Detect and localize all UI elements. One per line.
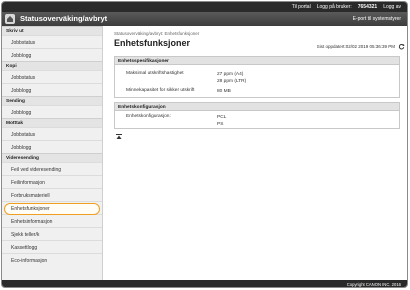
- sidebar-category-copy: Kopi: [2, 61, 102, 70]
- device-specs-section: Enhetsspesifikasjoner Maksimal utskrifts…: [114, 56, 400, 98]
- spec-key: Maksimal utskriftshastighet: [126, 71, 184, 76]
- config-value-line: PCL: [217, 115, 227, 120]
- sidebar-item-consumables[interactable]: Forbruksmateriell: [2, 188, 102, 201]
- device-config-heading: Enhetskonfigurasjon: [115, 103, 399, 111]
- sidebar-item-copy-jobstatus[interactable]: Jobbstatus: [2, 70, 102, 83]
- sidebar-category-print: Skriv ut: [2, 26, 102, 35]
- spec-value: 27 ppm (A4) 28 ppm (LTR): [217, 71, 246, 85]
- refresh-icon[interactable]: [398, 43, 405, 50]
- footer: Copyright CANON INC. 2016: [2, 280, 407, 287]
- sidebar-item-device-features[interactable]: Enhetsfunksjoner: [2, 201, 102, 215]
- sidebar-item-eco-info[interactable]: Eco-informasjon: [2, 253, 102, 266]
- sidebar-item-label: Enhetsfunksjoner: [11, 206, 50, 212]
- sidebar-item-forwarding-errors[interactable]: Feil ved videresending: [2, 162, 102, 175]
- sidebar-item-receive-joblog[interactable]: Jobblogg: [2, 140, 102, 153]
- app-title: Statusoverväking/avbryt: [20, 14, 108, 23]
- config-value: PCL PS: [217, 114, 226, 128]
- sidebar-item-copy-joblog[interactable]: Jobblogg: [2, 83, 102, 96]
- browser-frame: Til portal Logg på bruker: 7654321 Logg …: [1, 1, 408, 288]
- copyright-text: Copyright CANON INC. 2016: [346, 282, 401, 287]
- sidebar-item-print-jobstatus[interactable]: Jobbstatus: [2, 35, 102, 48]
- login-user-label: Logg på bruker:: [316, 4, 352, 10]
- page-title: Enhetsfunksjoner: [114, 38, 191, 48]
- sidebar-category-receive: Motttak: [2, 118, 102, 127]
- last-updated-text: Sist oppdatert:02/02 2019 05:36:39 PM: [316, 44, 395, 49]
- mail-admin-link[interactable]: E-port til systemstyrer: [353, 16, 401, 22]
- breadcrumb: Statusoverväking/avbryt: Enhetsfunksjone…: [114, 31, 200, 36]
- sidebar-category-send: Sending: [2, 96, 102, 105]
- sidebar-item-device-info[interactable]: Enhetsinformasjon: [2, 214, 102, 227]
- config-key: Enhetskonfigurasjon:: [126, 114, 171, 119]
- spec-value-line: 28 ppm (LTR): [217, 79, 247, 84]
- sidebar-category-forwarding: Videresending: [2, 153, 102, 162]
- back-to-top-icon[interactable]: [116, 134, 122, 140]
- sidebar-item-cassette-log[interactable]: Kassettlogg: [2, 240, 102, 253]
- sidebar-item-error-info[interactable]: Feilinformasjon: [2, 175, 102, 188]
- user-id: 7654321: [357, 4, 378, 10]
- device-config-section: Enhetskonfigurasjon Enhetskonfigurasjon:…: [114, 102, 400, 129]
- sidebar-item-send-joblog[interactable]: Jobblogg: [2, 105, 102, 118]
- spec-value-line: 27 ppm (A4): [217, 72, 244, 77]
- spec-value: 80 MB: [217, 89, 231, 94]
- sidebar-item-print-joblog[interactable]: Jobblogg: [2, 48, 102, 61]
- spec-key: Minnekapasitet for sikker utskrift: [126, 88, 195, 93]
- main-content: Statusoverväking/avbryt: Enhetsfunksjone…: [104, 26, 407, 280]
- device-specs-heading: Enhetsspesifikasjoner: [115, 57, 399, 65]
- top-bar: Til portal Logg på bruker: 7654321 Logg …: [2, 2, 407, 12]
- config-value-line: PS: [217, 122, 224, 127]
- sidebar-item-check-counter[interactable]: Sjekk teller/k: [2, 227, 102, 240]
- sidebar: Skriv ut Jobbstatus Jobblogg Kopi Jobbst…: [2, 26, 103, 280]
- app-header: Statusoverväking/avbryt E-port til syste…: [2, 12, 407, 26]
- home-icon[interactable]: [5, 14, 15, 24]
- logout-link[interactable]: Logg av: [383, 4, 401, 10]
- last-updated-status: Sist oppdatert:02/02 2019 05:36:39 PM: [317, 43, 405, 50]
- portal-link[interactable]: Til portal: [292, 4, 311, 10]
- sidebar-item-receive-jobstatus[interactable]: Jobbstatus: [2, 127, 102, 140]
